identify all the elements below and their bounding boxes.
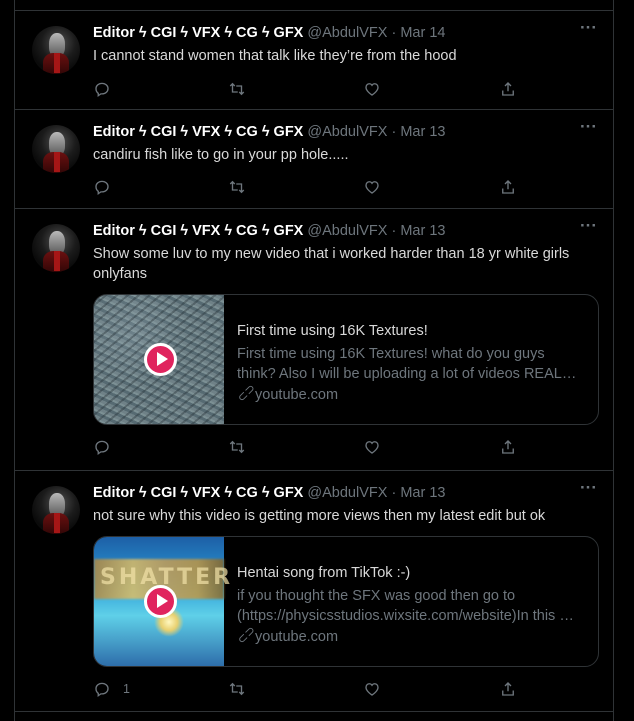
share-icon: [502, 440, 514, 454]
user-handle[interactable]: @AbdulVFX: [307, 25, 387, 41]
tweet[interactable]: Editor ϟ CGI ϟ VFX ϟ CG ϟ GFX @AbdulVFX …: [15, 110, 613, 209]
card-domain: youtube.com: [255, 629, 339, 645]
like-button[interactable]: [363, 177, 381, 197]
more-icon[interactable]: ···: [580, 18, 597, 38]
like-icon: [365, 683, 379, 696]
link-card[interactable]: First time using 16K Textures! First tim…: [93, 294, 599, 425]
avatar[interactable]: [32, 125, 80, 173]
tweet-actions: [93, 79, 533, 99]
tweet-actions: [93, 437, 533, 457]
like-icon: [365, 181, 379, 194]
reply-button[interactable]: [93, 177, 123, 197]
reply-button[interactable]: 1: [93, 679, 130, 699]
tweet-actions: 1: [93, 679, 533, 699]
tweet-header: Editor ϟ CGI ϟ VFX ϟ CG ϟ GFX @AbdulVFX …: [93, 24, 597, 42]
tweet-date[interactable]: Mar 14: [400, 25, 445, 41]
reply-icon: [95, 180, 109, 196]
card-link[interactable]: ⊂⊃ youtube.com: [234, 381, 586, 405]
share-button[interactable]: [499, 437, 517, 457]
reply-button[interactable]: [93, 437, 123, 457]
avatar[interactable]: [32, 486, 80, 534]
tweet-header: Editor ϟ CGI ϟ VFX ϟ CG ϟ GFX @AbdulVFX …: [93, 123, 597, 141]
like-button[interactable]: [363, 679, 381, 699]
share-button[interactable]: [499, 177, 517, 197]
avatar[interactable]: [32, 26, 80, 74]
share-button[interactable]: [499, 679, 517, 699]
display-name[interactable]: Editor ϟ CGI ϟ VFX ϟ CG ϟ GFX: [93, 223, 303, 239]
more-icon[interactable]: ···: [580, 216, 597, 236]
reply-icon: [95, 82, 109, 98]
tweet-date[interactable]: Mar 13: [400, 223, 445, 239]
reply-count: 1: [123, 682, 130, 696]
link-icon: ⊂⊃: [234, 380, 259, 405]
like-button[interactable]: [363, 437, 381, 457]
retweet-icon: [229, 180, 245, 194]
card-title: Hentai song from TikTok :-): [237, 565, 411, 581]
retweet-icon: [229, 682, 245, 696]
display-name[interactable]: Editor ϟ CGI ϟ VFX ϟ CG ϟ GFX: [93, 124, 303, 140]
retweet-button[interactable]: [228, 679, 246, 699]
separator: ·: [391, 485, 397, 501]
tweet-text: candiru fish like to go in your pp hole.…: [93, 147, 349, 163]
tweet[interactable]: Editor ϟ CGI ϟ VFX ϟ CG ϟ GFX @AbdulVFX …: [15, 11, 613, 110]
separator: ·: [391, 25, 397, 41]
retweet-icon: [229, 440, 245, 454]
more-icon[interactable]: ···: [580, 478, 597, 498]
tweet-actions: [93, 177, 533, 197]
tweet-date[interactable]: Mar 13: [400, 124, 445, 140]
timeline-feed: Editor ϟ CGI ϟ VFX ϟ CG ϟ GFX @AbdulVFX …: [14, 0, 614, 721]
tweet-header: Editor ϟ CGI ϟ VFX ϟ CG ϟ GFX @AbdulVFX …: [93, 484, 597, 502]
play-icon[interactable]: [144, 585, 177, 618]
tweet-text: I cannot stand women that talk like they…: [93, 48, 457, 64]
previous-tweet-edge: [15, 0, 613, 11]
card-link[interactable]: ⊂⊃ youtube.com: [234, 623, 586, 647]
card-description: if you thought the SFX was good then go …: [237, 588, 574, 624]
card-title: First time using 16K Textures!: [237, 323, 428, 339]
share-icon: [502, 682, 514, 696]
tweet[interactable]: Editor ϟ CGI ϟ VFX ϟ CG ϟ GFX @AbdulVFX …: [15, 209, 613, 471]
share-icon: [502, 82, 514, 96]
link-card[interactable]: SHATTER Hentai song from TikTok :-) if y…: [93, 536, 599, 667]
user-handle[interactable]: @AbdulVFX: [307, 223, 387, 239]
separator: ·: [391, 223, 397, 239]
separator: ·: [391, 124, 397, 140]
like-icon: [365, 83, 379, 96]
retweet-button[interactable]: [228, 437, 246, 457]
tweet-date[interactable]: Mar 13: [400, 485, 445, 501]
more-icon[interactable]: ···: [580, 117, 597, 137]
like-icon: [365, 441, 379, 454]
play-icon[interactable]: [144, 343, 177, 376]
retweet-button[interactable]: [228, 177, 246, 197]
tweet-text: Show some luv to my new video that i wor…: [93, 246, 570, 282]
like-button[interactable]: [363, 79, 381, 99]
display-name[interactable]: Editor ϟ CGI ϟ VFX ϟ CG ϟ GFX: [93, 485, 303, 501]
share-button[interactable]: [499, 79, 517, 99]
retweet-button[interactable]: [228, 79, 246, 99]
user-handle[interactable]: @AbdulVFX: [307, 124, 387, 140]
share-icon: [502, 180, 514, 194]
retweet-icon: [229, 82, 245, 96]
display-name[interactable]: Editor ϟ CGI ϟ VFX ϟ CG ϟ GFX: [93, 25, 303, 41]
tweet-header: Editor ϟ CGI ϟ VFX ϟ CG ϟ GFX @AbdulVFX …: [93, 222, 597, 240]
tweet[interactable]: Editor ϟ CGI ϟ VFX ϟ CG ϟ GFX @AbdulVFX …: [15, 471, 613, 712]
card-domain: youtube.com: [255, 387, 339, 403]
avatar[interactable]: [32, 224, 80, 272]
reply-icon: [95, 682, 109, 698]
link-icon: ⊂⊃: [234, 622, 259, 647]
card-description: First time using 16K Textures! what do y…: [237, 346, 577, 382]
reply-icon: [95, 440, 109, 456]
reply-button[interactable]: [93, 79, 123, 99]
tweet-text: not sure why this video is getting more …: [93, 508, 546, 524]
user-handle[interactable]: @AbdulVFX: [307, 485, 387, 501]
